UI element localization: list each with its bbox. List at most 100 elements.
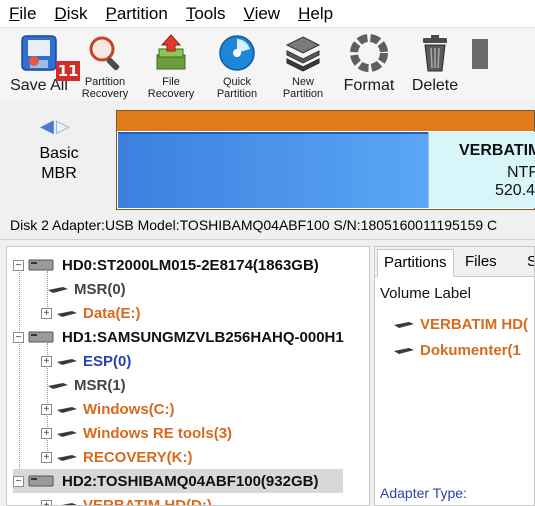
next-disk-icon[interactable]: ▷ <box>56 116 72 136</box>
hard-disk-icon <box>28 259 54 271</box>
partition-recovery-label-2: Recovery <box>81 88 129 100</box>
file-recovery-icon <box>149 33 193 73</box>
menu-partition[interactable]: Partition <box>105 0 167 28</box>
file-recovery-label-1: File <box>162 76 180 88</box>
magnifier-icon <box>83 33 127 73</box>
toolbar: 11 Save All Partition Recovery File Reco… <box>0 29 535 101</box>
tree-partition[interactable]: + RECOVERY(K:) <box>41 445 192 469</box>
partition-recovery-label-1: Partition <box>84 76 126 88</box>
menu-file[interactable]: File <box>9 0 36 28</box>
partition-icon <box>57 431 77 437</box>
partition-icon <box>394 348 414 354</box>
partition-icon <box>48 287 68 293</box>
file-recovery-label-2: Recovery <box>147 88 195 100</box>
tree-partition-label: MSR(0) <box>74 280 126 298</box>
tree-partition[interactable]: MSR(0) <box>47 277 126 301</box>
expand-icon[interactable]: + <box>41 307 52 319</box>
more-tools-button[interactable] <box>468 29 488 101</box>
delete-button[interactable]: Delete <box>402 29 468 101</box>
new-partition-label-2: Partition <box>282 88 324 100</box>
details-tabs: Partitions Files S <box>375 247 534 277</box>
tree-partition[interactable]: MSR(1) <box>47 373 126 397</box>
volume-row[interactable]: Dokumenter(1 <box>393 339 521 361</box>
quick-partition-button[interactable]: Quick Partition <box>204 29 270 101</box>
partition-icon <box>48 383 68 389</box>
tree-disk-hd1[interactable]: − HD1:SAMSUNGMZVLB256HAHQ-000H1 <box>13 325 344 349</box>
tree-disk-label: HD0:ST2000LM015-2E8174(1863GB) <box>62 256 319 274</box>
tree-disk-hd0[interactable]: − HD0:ST2000LM015-2E8174(1863GB) <box>13 253 319 277</box>
tab-files[interactable]: Files <box>459 249 503 277</box>
quick-partition-icon <box>215 33 259 73</box>
partition-recovery-button[interactable]: Partition Recovery <box>72 29 138 101</box>
tree-disk-label: HD1:SAMSUNGMZVLB256HAHQ-000H1 <box>62 328 344 346</box>
volume-row[interactable]: VERBATIM HD( <box>393 313 528 335</box>
tree-partition[interactable]: + Windows RE tools(3) <box>41 421 232 445</box>
disk-map: ◀▷ Basic MBR VERBATIM NTF 520.4 <box>0 104 535 210</box>
tree-partition-label: Data(E:) <box>83 304 141 322</box>
partition-name: VERBATIM <box>459 142 535 159</box>
partition-block-selected[interactable]: VERBATIM NTF 520.4 <box>428 132 535 208</box>
volume-label-header[interactable]: Volume Label <box>380 285 471 302</box>
partition-icon <box>57 455 77 461</box>
tree-partition-label: VERBATIM HD(D:) <box>83 496 212 506</box>
expand-icon[interactable]: + <box>41 403 52 415</box>
disk-info-line: Disk 2 Adapter:USB Model:TOSHIBAMQ04ABF1… <box>0 210 535 240</box>
tree-disk-hd2[interactable]: − HD2:TOSHIBAMQ04ABF100(932GB) <box>13 469 343 493</box>
tree-partition[interactable]: + ESP(0) <box>41 349 131 373</box>
expand-icon[interactable]: + <box>41 499 52 505</box>
menu-help[interactable]: Help <box>298 0 333 28</box>
disk-mbr-text: MBR <box>41 165 77 182</box>
menu-view[interactable]: View <box>244 0 281 28</box>
tree-connector <box>19 265 20 485</box>
volume-label: Dokumenter(1 <box>420 341 521 359</box>
tree-partition-label: Windows(C:) <box>83 400 175 418</box>
format-label: Format <box>343 77 395 94</box>
disk-type-label: Basic MBR <box>0 144 118 184</box>
partition-block-used[interactable] <box>118 132 428 208</box>
backup-icon <box>468 33 488 73</box>
partition-icon <box>57 359 77 365</box>
menu-disk[interactable]: Disk <box>54 0 87 28</box>
details-panel: Partitions Files S Volume Label VERBATIM… <box>374 246 535 506</box>
collapse-icon[interactable]: − <box>13 331 24 343</box>
tab-more[interactable]: S <box>521 249 534 277</box>
prev-disk-icon[interactable]: ◀ <box>40 116 56 136</box>
partition-fs: NTF <box>507 164 535 181</box>
quick-partition-label-2: Partition <box>216 88 258 100</box>
format-ring-icon <box>347 33 391 73</box>
new-partition-label-1: New <box>291 76 314 88</box>
tree-partition[interactable]: + Windows(C:) <box>41 397 175 421</box>
save-disk-icon <box>17 33 61 73</box>
adapter-type-label: Adapter Type: <box>380 485 467 501</box>
format-button[interactable]: Format <box>336 29 402 101</box>
tree-partition-label: ESP(0) <box>83 352 132 370</box>
stack-layers-icon <box>281 33 325 73</box>
menu-tools[interactable]: Tools <box>186 0 226 28</box>
partition-icon <box>57 311 77 317</box>
hard-disk-icon <box>28 331 54 343</box>
collapse-icon[interactable]: − <box>13 259 24 271</box>
tree-partition-label: MSR(1) <box>74 376 126 394</box>
tree-partition-label: Windows RE tools(3) <box>83 424 233 442</box>
partition-icon <box>62 503 77 505</box>
collapse-icon[interactable]: − <box>13 475 24 487</box>
delete-label: Delete <box>411 77 459 94</box>
tree-partition[interactable]: + VERBATIM HD(D:) <box>41 493 212 506</box>
menu-bar: File Disk Partition Tools View Help <box>0 0 535 28</box>
tree-disk-label: HD2:TOSHIBAMQ04ABF100(932GB) <box>62 472 319 490</box>
tab-partitions[interactable]: Partitions <box>377 249 454 277</box>
expand-icon[interactable]: + <box>41 427 52 439</box>
expand-icon[interactable]: + <box>41 451 52 463</box>
disk-nav-arrows[interactable]: ◀▷ <box>40 116 72 137</box>
partition-icon <box>394 322 414 328</box>
save-all-button[interactable]: 11 Save All <box>6 29 80 101</box>
tree-partition[interactable]: + Data(E:) <box>41 301 141 325</box>
partition-size: 520.4 <box>495 182 535 199</box>
trash-icon <box>413 33 457 73</box>
partition-icon <box>57 407 77 413</box>
file-recovery-button[interactable]: File Recovery <box>138 29 204 101</box>
quick-partition-label-1: Quick <box>222 76 252 88</box>
disk-tree: − HD0:ST2000LM015-2E8174(1863GB) MSR(0) … <box>6 246 370 506</box>
new-partition-button[interactable]: New Partition <box>270 29 336 101</box>
expand-icon[interactable]: + <box>41 355 52 367</box>
